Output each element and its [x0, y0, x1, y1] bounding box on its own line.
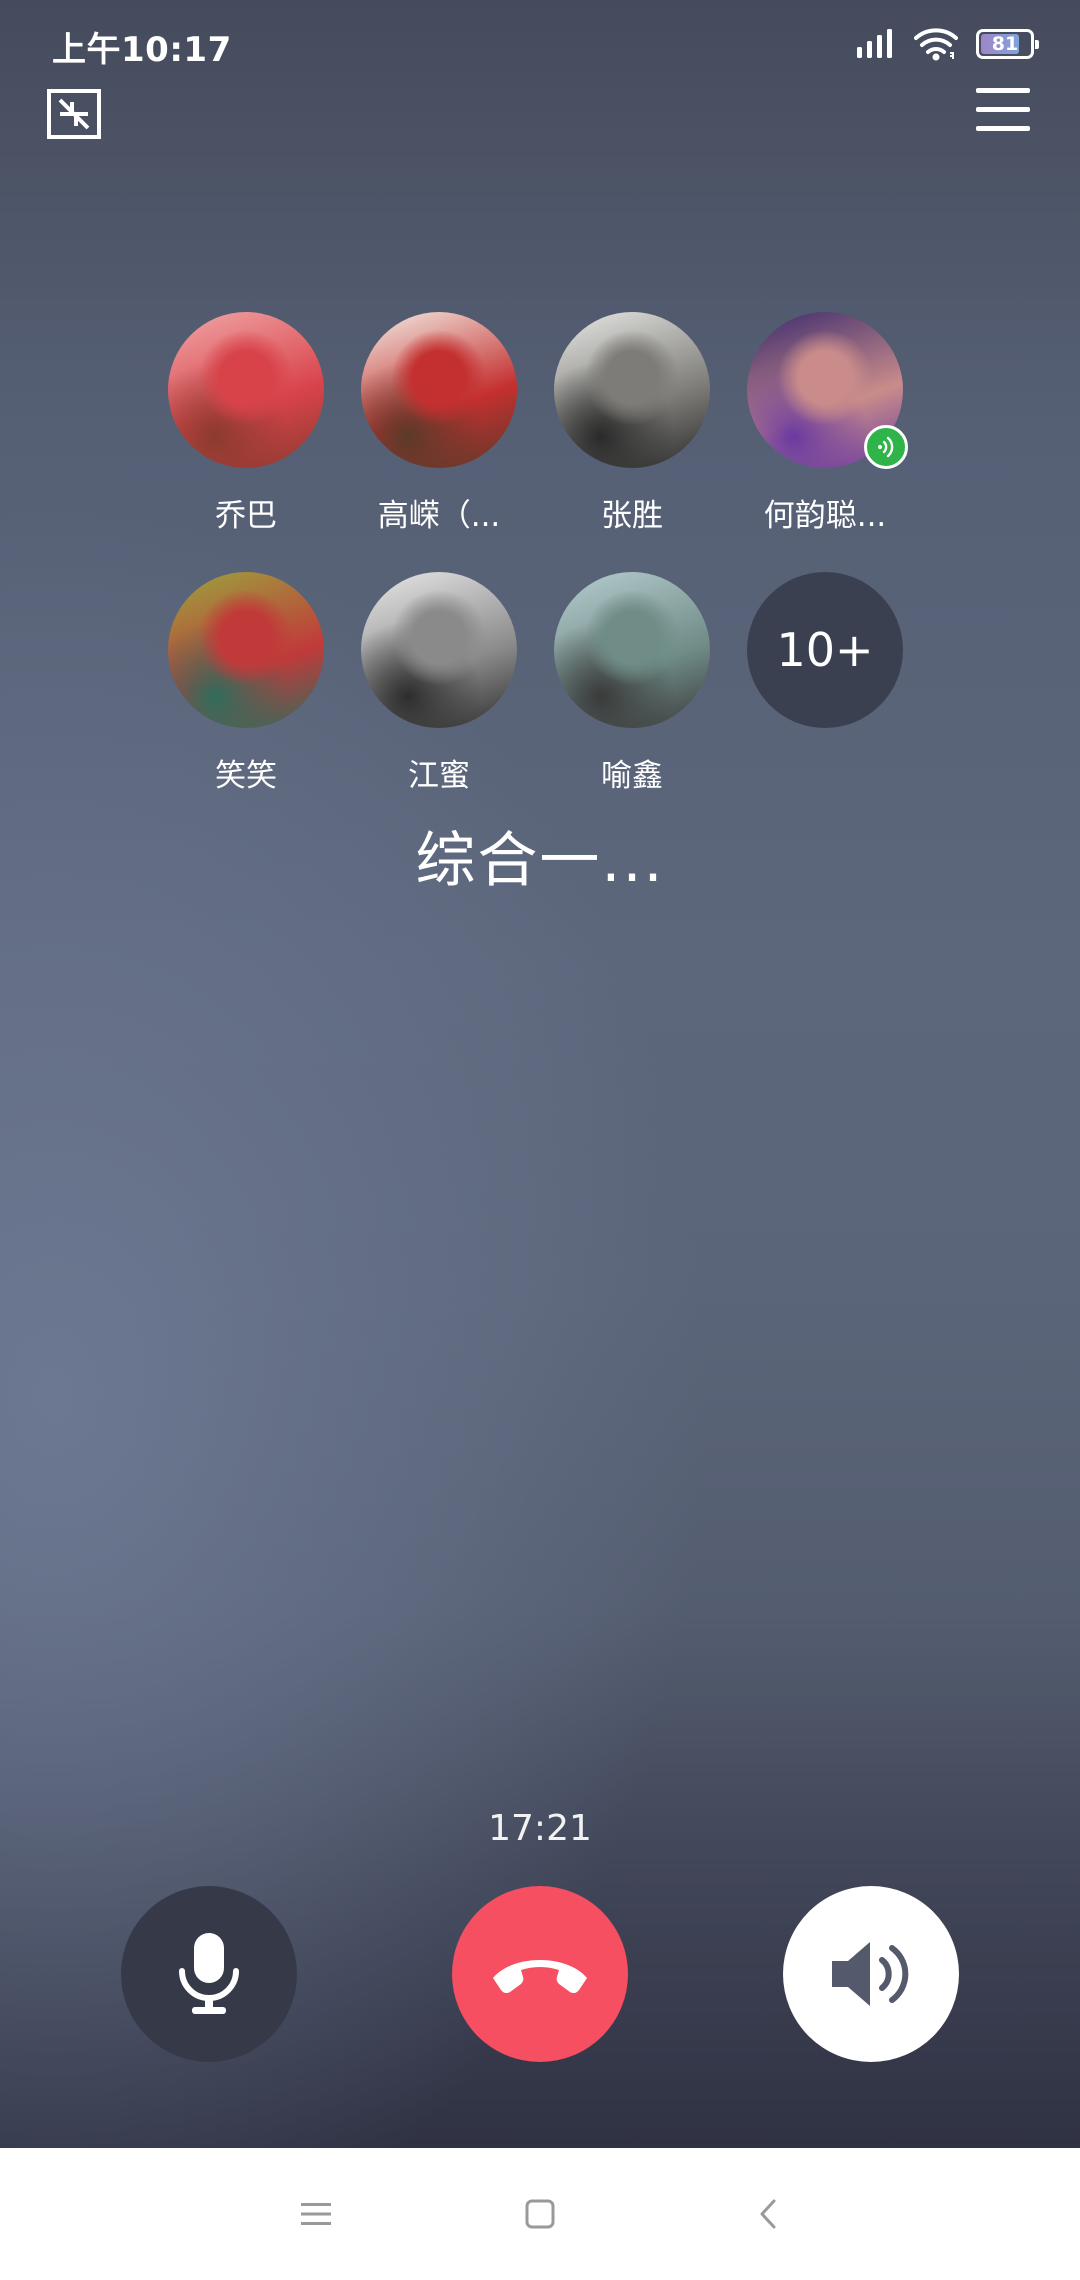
participant[interactable]: 张胜 — [554, 312, 710, 535]
participant-name: 江蜜 — [408, 758, 470, 794]
back-icon — [760, 2199, 776, 2229]
home-button[interactable] — [510, 2184, 570, 2244]
voice-call-screen: 上午10:17 81 乔巴 高嵘（... 张胜 何韵聪... 笑笑 江蜜 喻鑫 … — [0, 0, 1080, 2148]
speaker-button[interactable] — [783, 1886, 959, 2062]
hang-up-phone-icon — [493, 1960, 587, 1994]
avatar — [554, 572, 710, 728]
avatar — [361, 312, 517, 468]
battery-level: 81 — [991, 32, 1019, 55]
minimize-button[interactable] — [46, 88, 108, 142]
more-participants-count: 10+ — [747, 572, 903, 728]
status-icons: 81 — [856, 24, 1039, 64]
avatar — [168, 572, 324, 728]
status-time: 上午10:17 — [52, 30, 232, 70]
participant[interactable]: 江蜜 — [361, 572, 517, 795]
participant-name: 喻鑫 — [601, 758, 663, 794]
speaker-icon — [832, 1942, 909, 2006]
menu-icon-line — [976, 88, 1030, 93]
avatar — [361, 572, 517, 728]
participant-name: 何韵聪... — [763, 498, 887, 534]
participants-grid: 乔巴 高嵘（... 张胜 何韵聪... 笑笑 江蜜 喻鑫 10+ — [168, 312, 912, 795]
participant[interactable]: 笑笑 — [168, 572, 324, 795]
speaking-badge — [864, 425, 908, 469]
participant[interactable]: 高嵘（... — [361, 312, 517, 535]
back-button[interactable] — [738, 2184, 798, 2244]
participant-name: 乔巴 — [215, 498, 277, 534]
menu-button[interactable] — [976, 88, 1030, 136]
home-icon — [525, 2199, 555, 2229]
mute-button[interactable] — [121, 1886, 297, 2062]
menu-icon-line — [976, 107, 1030, 112]
avatar — [554, 312, 710, 468]
menu-icon-line — [976, 126, 1030, 131]
participant-name: 张胜 — [601, 498, 663, 534]
sound-wave-icon — [878, 436, 894, 458]
avatar — [168, 312, 324, 468]
recent-apps-icon — [301, 2203, 331, 2225]
hang-up-button[interactable] — [452, 1886, 628, 2062]
navigation-bar — [0, 2148, 1080, 2280]
battery-icon: 81 — [976, 29, 1039, 59]
status-bar: 上午10:17 81 — [0, 0, 1080, 90]
participant[interactable]: 何韵聪... — [747, 312, 903, 535]
group-title: 综合一... — [415, 826, 665, 896]
more-participants-button[interactable]: 10+ — [747, 572, 903, 795]
call-duration: 17:21 — [488, 1808, 592, 1849]
participant[interactable]: 喻鑫 — [554, 572, 710, 795]
signal-icon — [857, 29, 892, 58]
participant[interactable]: 乔巴 — [168, 312, 324, 535]
microphone-icon — [179, 1933, 239, 2014]
wifi-icon — [914, 28, 958, 61]
participant-name: 笑笑 — [215, 758, 277, 794]
recent-apps-button[interactable] — [286, 2184, 346, 2244]
minimize-window-icon — [47, 89, 101, 139]
participant-name: 高嵘（... — [377, 498, 501, 534]
